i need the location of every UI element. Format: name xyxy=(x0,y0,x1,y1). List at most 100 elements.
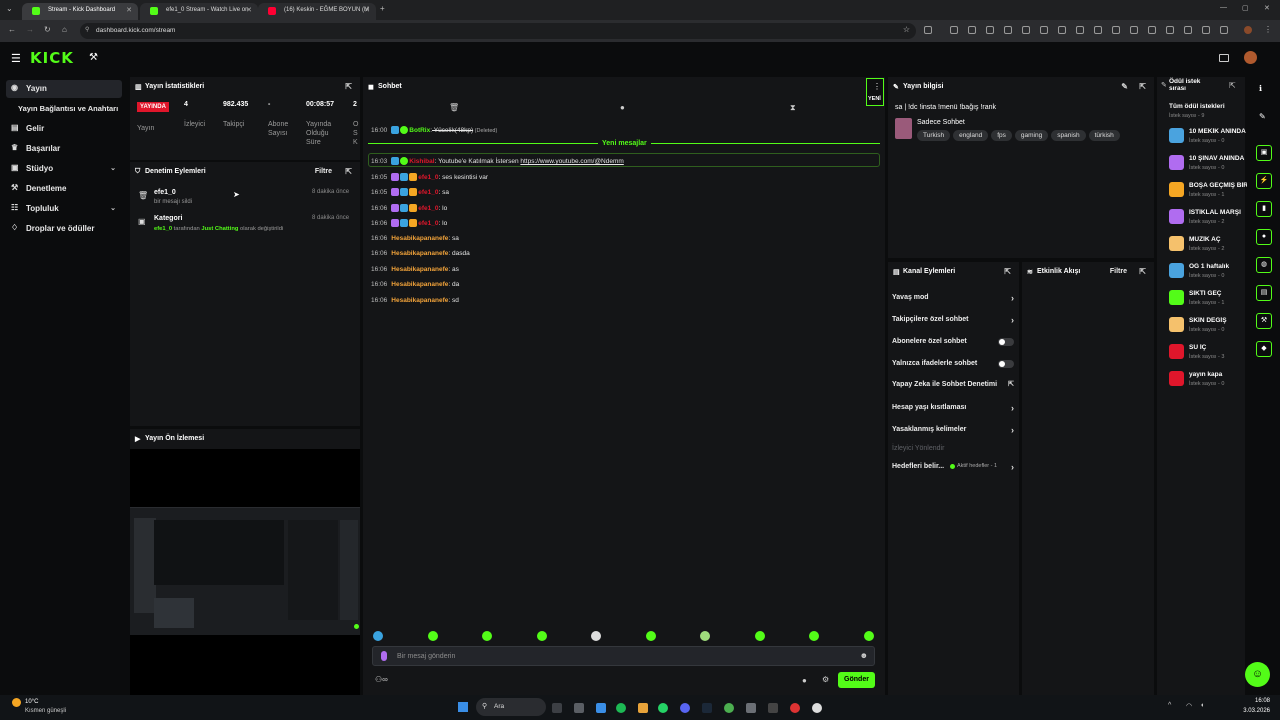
emote-icon[interactable] xyxy=(482,631,492,641)
whatsapp-icon[interactable] xyxy=(658,703,668,713)
browser-menu-icon[interactable]: ⋮ xyxy=(1264,25,1272,34)
emotes-only-toggle[interactable] xyxy=(998,360,1014,368)
extension-icon[interactable] xyxy=(1130,26,1138,34)
rail-tools-icon[interactable]: ⚒ xyxy=(1256,313,1272,329)
clock-time[interactable]: 16:08 xyxy=(1226,698,1270,704)
forward-icon[interactable]: → xyxy=(26,25,34,34)
extension-icon[interactable] xyxy=(968,26,976,34)
chat-message[interactable]: 16:06 Hesabikapananefe: as xyxy=(371,266,459,273)
subscribers-only-toggle[interactable] xyxy=(998,338,1014,346)
tag-chip[interactable]: türkish xyxy=(1088,130,1120,141)
close-tab-icon[interactable]: ✕ xyxy=(126,6,132,14)
category-link[interactable]: Just Chatting xyxy=(201,226,238,232)
chat-message[interactable]: 16:05 efe1_0: ses kesintisi var xyxy=(371,173,488,181)
chat-message[interactable]: 16:05 efe1_0: sa xyxy=(371,188,449,196)
category-thumbnail[interactable] xyxy=(895,118,912,139)
chrome-icon[interactable] xyxy=(724,703,734,713)
sidebar-item-basarilar[interactable]: ♛ Başarılar xyxy=(6,140,122,158)
windows-start-icon[interactable] xyxy=(458,702,468,712)
chat-message[interactable]: 16:06 Hesabikapananefe: sa xyxy=(371,235,459,242)
mod-action-user[interactable]: efe1_0 xyxy=(154,189,176,196)
reload-icon[interactable]: ↻ xyxy=(44,25,51,34)
extension-icon[interactable] xyxy=(1220,26,1228,34)
close-window-icon[interactable]: ✕ xyxy=(1264,4,1270,12)
chat-username[interactable]: Hesabikapananefe xyxy=(391,235,448,242)
sidebar-item-denetleme[interactable]: ⚒ Denetleme xyxy=(6,180,122,198)
reward-item[interactable]: SU İÇ İstek sayısı - 3 xyxy=(1169,342,1251,364)
creator-studio-icon[interactable] xyxy=(1219,54,1229,62)
chat-settings-gear-icon[interactable]: ⚙ xyxy=(822,675,829,684)
extension-icon[interactable] xyxy=(1184,26,1192,34)
chat-username[interactable]: efe1_0 xyxy=(418,220,438,227)
extension-icon[interactable] xyxy=(986,26,994,34)
taskbar-app-icon[interactable] xyxy=(812,703,822,713)
reward-item[interactable]: SKİN DEĞİŞ İstek sayısı - 0 xyxy=(1169,315,1251,337)
kick-logo[interactable]: KICK xyxy=(30,49,74,67)
channel-points-icon[interactable]: ⚇∞ xyxy=(375,675,388,684)
reward-item[interactable]: İSTİKLAL MARŞI İstek sayısı - 2 xyxy=(1169,207,1251,229)
extension-icon[interactable] xyxy=(1058,26,1066,34)
browser-tab-efe-stream[interactable]: efe1_0 Stream - Watch Live on ✕ xyxy=(140,3,258,20)
ai-moderation-row[interactable]: Yapay Zeka ile Sohbet Denetimi ⇱ xyxy=(892,381,1016,388)
discord-icon[interactable] xyxy=(680,703,690,713)
reward-item[interactable]: OG 1 haftalık İstek sayısı - 0 xyxy=(1169,261,1251,283)
chat-username[interactable]: efe1_0 xyxy=(418,174,438,181)
stream-video[interactable] xyxy=(130,507,360,635)
edit-icon[interactable]: ✎ xyxy=(1121,82,1128,91)
sidebar-item-droplar[interactable]: ♢ Droplar ve ödüller xyxy=(6,220,122,238)
goals-row[interactable]: Hedefleri belir... Aktif hedefler - 1 › xyxy=(892,462,1016,472)
emote-icon[interactable] xyxy=(373,631,383,641)
chat-username[interactable]: BotRix xyxy=(409,127,430,134)
taskbar-app-icon[interactable] xyxy=(552,703,562,713)
chat-settings-button[interactable]: ⋮ YENİ xyxy=(866,78,884,106)
tab-list-icon[interactable]: ⌄ xyxy=(6,4,13,13)
profile-avatar-icon[interactable] xyxy=(1244,26,1252,34)
rail-chat-icon[interactable]: ● xyxy=(1256,229,1272,245)
trash-icon[interactable]: 🗑 xyxy=(449,103,459,112)
extension-icon[interactable] xyxy=(1040,26,1048,34)
filter-button[interactable]: Filtre xyxy=(1110,268,1127,275)
rail-lightning-icon[interactable]: ⚡ xyxy=(1256,173,1272,189)
reward-item[interactable]: BOŞA GEÇMİŞ BİR İstek sayısı - 1 xyxy=(1169,180,1251,202)
popout-icon[interactable]: ⇱ xyxy=(1139,82,1146,91)
sidebar-item-yayin[interactable]: ◉ Yayın xyxy=(6,80,122,98)
extension-icon[interactable] xyxy=(1202,26,1210,34)
help-support-icon[interactable]: ☺ xyxy=(1245,662,1270,687)
tag-chip[interactable]: gaming xyxy=(1014,130,1049,141)
edit-rail-icon[interactable]: ✎ xyxy=(1259,112,1266,121)
popout-icon[interactable]: ⇱ xyxy=(1139,267,1146,276)
rail-stream-info-icon[interactable]: ▮ xyxy=(1256,201,1272,217)
maximize-icon[interactable]: ▢ xyxy=(1242,4,1249,12)
emote-icon[interactable] xyxy=(700,631,710,641)
filter-button[interactable]: Filtre xyxy=(315,168,332,175)
spotify-icon[interactable] xyxy=(616,703,626,713)
close-tab-icon[interactable]: ✕ xyxy=(246,6,252,14)
new-tab-icon[interactable]: + xyxy=(380,4,385,13)
chat-message[interactable]: 16:03 Kishibal: Youtube'e Katılmak İsters… xyxy=(371,157,624,165)
browser-tab-youtube[interactable]: (16) Keskin - EĞME BOYUN (M ✕ xyxy=(258,3,376,20)
popout-icon[interactable]: ⇱ xyxy=(345,167,352,176)
rail-broadcast-icon[interactable]: ◍ xyxy=(1256,257,1272,273)
bookmark-star-icon[interactable]: ☆ xyxy=(903,25,910,34)
chat-username[interactable]: Hesabikapananefe xyxy=(391,281,448,288)
minimize-icon[interactable]: — xyxy=(1220,4,1227,11)
chat-username[interactable]: efe1_0 xyxy=(418,205,438,212)
sidebar-item-stream-key[interactable]: Yayın Bağlantısı ve Anahtarı xyxy=(6,100,122,118)
chat-username[interactable]: Hesabikapananefe xyxy=(391,297,448,304)
hammer-icon[interactable]: ⚒ xyxy=(89,52,98,63)
chat-message[interactable]: 16:06 efe1_0: lo xyxy=(371,204,447,212)
extension-icon[interactable] xyxy=(1094,26,1102,34)
tag-chip[interactable]: Turkish xyxy=(917,130,951,141)
emote-icon[interactable] xyxy=(591,631,601,641)
rail-rewards-icon[interactable]: ◆ xyxy=(1256,341,1272,357)
taskbar-app-icon[interactable] xyxy=(574,703,584,713)
close-tab-icon[interactable]: ✕ xyxy=(364,6,370,14)
chat-message[interactable]: 16:06 Hesabikapananefe: sd xyxy=(371,297,459,304)
emote-icon[interactable] xyxy=(864,631,874,641)
account-age-row[interactable]: Hesap yaşı kısıtlaması › xyxy=(892,403,1016,413)
chat-message[interactable]: 16:00 BotRix: Yücelik(48kp) (Deleted) xyxy=(371,126,497,134)
url-input[interactable]: ⚲ dashboard.kick.com/stream ☆ xyxy=(80,23,916,39)
sidebar-item-topluluk[interactable]: ☷ Topluluk ⌄ xyxy=(6,200,122,218)
chat-username[interactable]: efe1_0 xyxy=(418,189,438,196)
chat-message[interactable]: 16:06 Hesabikapananefe: dasda xyxy=(371,250,470,257)
